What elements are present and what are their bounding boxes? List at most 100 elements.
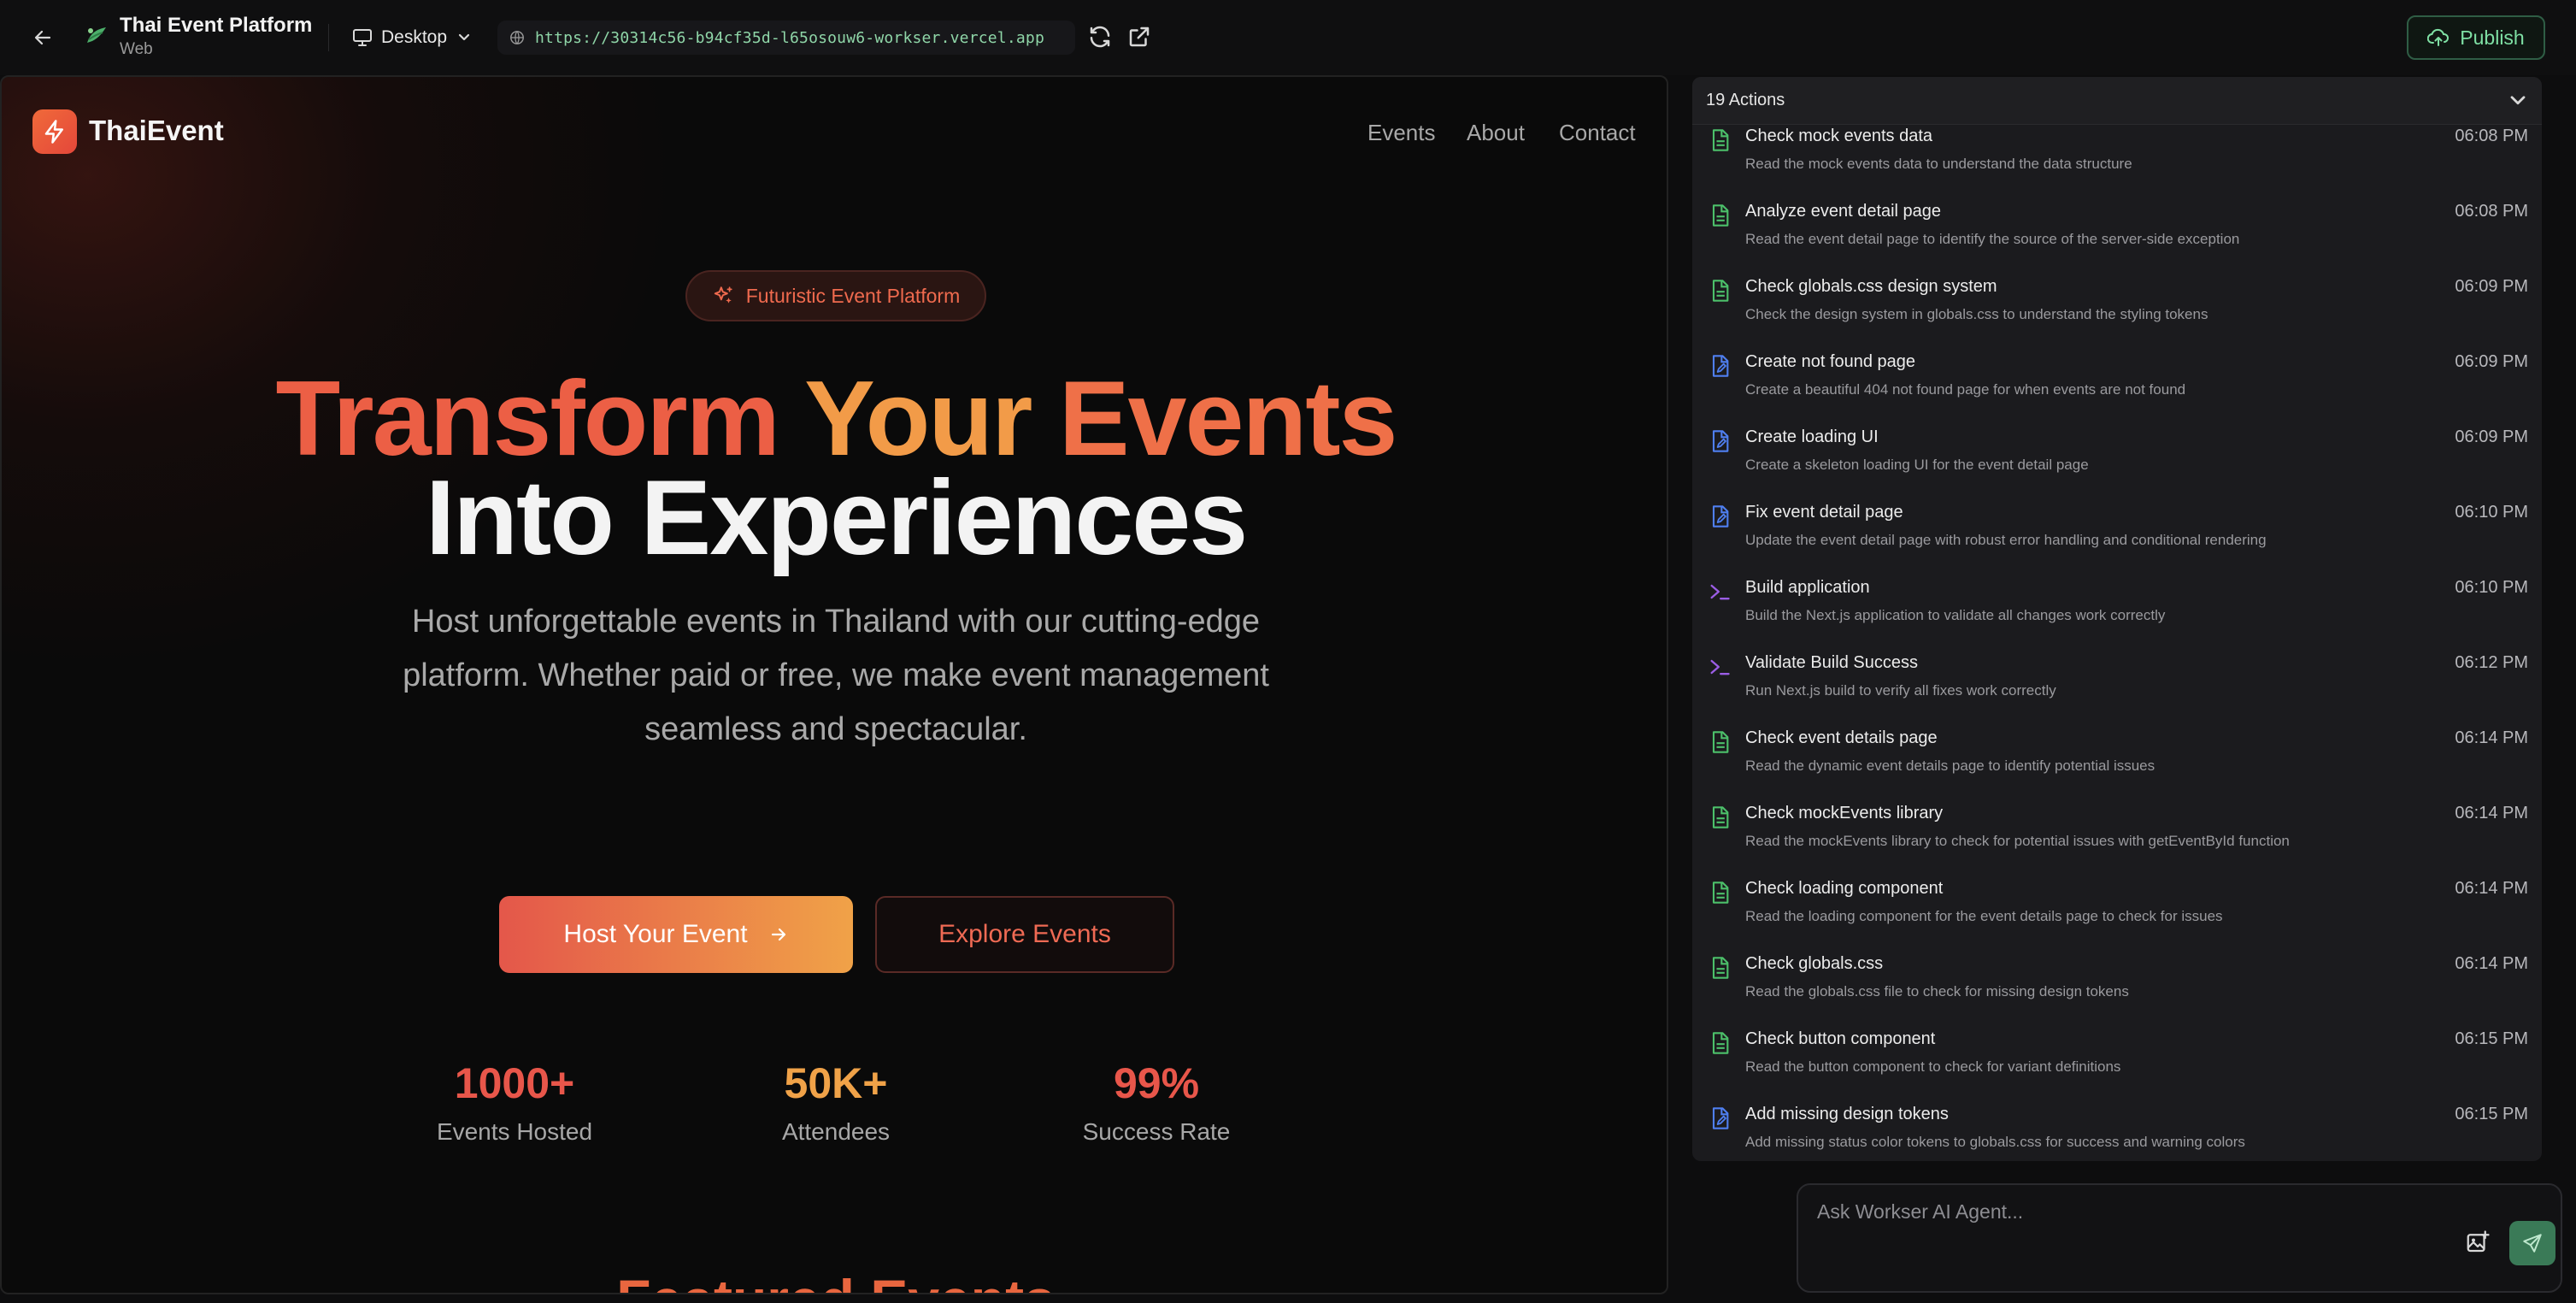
action-description: Read the event detail page to identify t… (1745, 231, 2240, 247)
refresh-icon[interactable] (1087, 24, 1115, 51)
host-event-button[interactable]: Host Your Event (499, 896, 853, 973)
chevron-down-icon[interactable] (2506, 89, 2530, 113)
divider (328, 24, 329, 51)
action-item[interactable]: Check button component Read the button co… (1692, 1028, 2542, 1103)
back-arrow-icon[interactable] (29, 24, 56, 51)
action-title: Check globals.css (1745, 954, 1884, 973)
action-time: 06:14 PM (2455, 954, 2528, 973)
action-title: Add missing design tokens (1745, 1105, 1949, 1123)
action-title: Check mock events data (1745, 127, 1932, 145)
action-item[interactable]: Validate Build Success Run Next.js build … (1692, 652, 2542, 727)
stat-events-hosted: 1000+ Events Hosted (386, 1057, 643, 1146)
nav-link-about[interactable]: About (1467, 120, 1525, 146)
action-description: Read the loading component for the event… (1745, 908, 2223, 924)
action-time: 06:15 PM (2455, 1029, 2528, 1048)
action-title: Create not found page (1745, 352, 1916, 371)
action-description: Read the mockEvents library to check for… (1745, 833, 2290, 849)
action-title: Check mockEvents library (1745, 804, 1944, 822)
stat-label: Events Hosted (436, 1118, 593, 1145)
action-time: 06:15 PM (2455, 1105, 2528, 1123)
file-read-icon (1708, 279, 1732, 303)
action-time: 06:08 PM (2455, 202, 2528, 221)
external-link-icon[interactable] (1126, 24, 1154, 51)
action-time: 06:10 PM (2455, 503, 2528, 522)
publish-button[interactable]: Publish (2407, 15, 2545, 60)
action-description: Read the mock events data to understand … (1745, 156, 2132, 172)
chat-input[interactable]: Ask Workser AI Agent... (1817, 1200, 2023, 1223)
action-title: Check button component (1745, 1029, 1936, 1048)
brand-name[interactable]: ThaiEvent (89, 115, 224, 147)
file-read-icon (1708, 203, 1732, 227)
terminal-icon (1708, 655, 1732, 679)
action-time: 06:14 PM (2455, 879, 2528, 898)
chat-input-box[interactable]: Ask Workser AI Agent... (1797, 1183, 2562, 1293)
project-logo-icon (82, 21, 111, 50)
action-item[interactable]: Check mock events data Read the mock even… (1692, 125, 2542, 200)
action-item[interactable]: Create loading UI Create a skeleton loadi… (1692, 426, 2542, 501)
action-time: 06:09 PM (2455, 427, 2528, 446)
action-title: Validate Build Success (1745, 653, 1918, 672)
actions-panel: 19 Actions Check mock events data Read th… (1692, 77, 2542, 1161)
file-read-icon (1708, 881, 1732, 905)
url-bar[interactable]: https://30314c56-b94cf35d-l65osouw6-work… (497, 21, 1075, 55)
globe-icon (510, 31, 524, 44)
action-item[interactable]: Analyze event detail page Read the event … (1692, 200, 2542, 275)
file-read-icon (1708, 730, 1732, 754)
project-title: Thai Event Platform (120, 14, 313, 37)
action-title: Build application (1745, 578, 1870, 597)
actions-header[interactable]: 19 Actions (1692, 77, 2542, 125)
send-button[interactable] (2509, 1221, 2555, 1265)
action-description: Update the event detail page with robust… (1745, 532, 2267, 548)
action-item[interactable]: Fix event detail page Update the event de… (1692, 501, 2542, 576)
action-description: Read the dynamic event details page to i… (1745, 758, 2155, 774)
device-label: Desktop (381, 27, 448, 47)
hero-headline-line2: Into Experiences (425, 459, 1248, 577)
stat-value: 99% (1113, 1059, 1200, 1107)
action-item[interactable]: Check event details page Read the dynamic… (1692, 727, 2542, 802)
explore-events-button[interactable]: Explore Events (875, 896, 1174, 973)
sparkles-icon (714, 286, 732, 304)
arrow-right-icon (771, 928, 785, 941)
action-item[interactable]: Check globals.css design system Check the… (1692, 275, 2542, 351)
action-description: Create a skeleton loading UI for the eve… (1745, 457, 2089, 473)
image-upload-icon[interactable] (2465, 1229, 2494, 1259)
device-selector[interactable]: Desktop (352, 22, 473, 53)
featured-events-heading: Featured Events (2, 1267, 1667, 1293)
file-read-icon (1708, 805, 1732, 829)
action-description: Run Next.js build to verify all fixes wo… (1745, 682, 2056, 699)
action-title: Create loading UI (1745, 427, 1879, 446)
stat-label: Success Rate (1082, 1118, 1231, 1145)
hero-badge-label: Futuristic Event Platform (745, 284, 961, 307)
action-description: Create a beautiful 404 not found page fo… (1745, 381, 2186, 398)
actions-count: 19 Actions (1706, 91, 1785, 109)
action-description: Read the globals.css file to check for m… (1745, 983, 2129, 999)
terminal-icon (1708, 580, 1732, 604)
stat-value: 50K+ (784, 1059, 888, 1107)
stat-success-rate: 99% Success Rate (1028, 1057, 1285, 1146)
action-item[interactable]: Check mockEvents library Read the mockEve… (1692, 802, 2542, 877)
action-time: 06:14 PM (2455, 728, 2528, 747)
stat-value: 1000+ (454, 1059, 575, 1107)
hero-description: Host unforgettable events in Thailand wi… (403, 604, 1269, 747)
cloud-upload-icon (2427, 28, 2450, 46)
action-item[interactable]: Build application Build the Next.js appli… (1692, 576, 2542, 652)
lightning-logo-icon[interactable] (32, 109, 77, 154)
action-time: 06:08 PM (2455, 127, 2528, 145)
action-item[interactable]: Check loading component Read the loading … (1692, 877, 2542, 952)
file-edit-icon (1708, 354, 1732, 378)
action-time: 06:14 PM (2455, 804, 2528, 822)
project-subtitle: Web (120, 40, 153, 58)
nav-link-contact[interactable]: Contact (1559, 120, 1636, 146)
site-navbar: ThaiEvent Events About Contact (2, 77, 1667, 154)
action-title: Check globals.css design system (1745, 277, 1997, 296)
send-icon (2523, 1234, 2542, 1253)
hero-badge: Futuristic Event Platform (685, 270, 986, 321)
nav-link-events[interactable]: Events (1367, 120, 1436, 146)
file-read-icon (1708, 1031, 1732, 1055)
action-time: 06:10 PM (2455, 578, 2528, 597)
action-item[interactable]: Add missing design tokens Add missing sta… (1692, 1103, 2542, 1161)
chevron-down-icon (458, 33, 470, 41)
action-item[interactable]: Create not found page Create a beautiful … (1692, 351, 2542, 426)
action-time: 06:12 PM (2455, 653, 2528, 672)
action-item[interactable]: Check globals.css Read the globals.css fi… (1692, 952, 2542, 1028)
